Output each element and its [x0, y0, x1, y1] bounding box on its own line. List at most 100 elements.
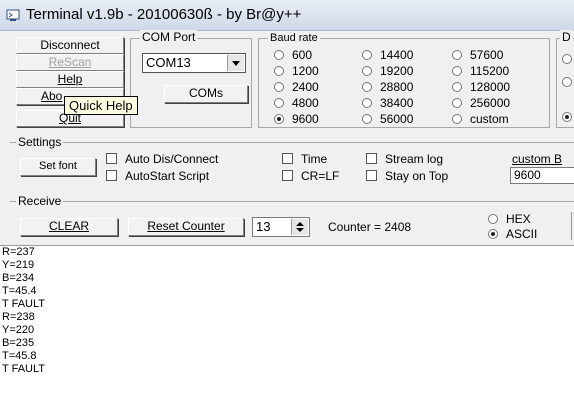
com-port-value: COM13 [146, 55, 191, 70]
radio-dot [362, 50, 372, 60]
received-line: T FAULT [2, 298, 45, 310]
baud-56000-radio[interactable]: 56000 [362, 112, 413, 126]
received-line: T=45.8 [2, 350, 37, 362]
com-port-select[interactable]: COM13 [142, 53, 246, 73]
com-port-group [130, 38, 252, 128]
checkbox-box [282, 170, 293, 181]
partial-radio[interactable] [562, 52, 574, 66]
baud-1200-radio[interactable]: 1200 [274, 64, 319, 78]
spinner-buttons[interactable] [291, 219, 308, 235]
checkbox-label: Stream log [385, 152, 444, 166]
received-line: R=238 [2, 311, 35, 323]
radio-label: 128000 [470, 80, 511, 94]
baud-9600-radio[interactable]: 9600 [274, 112, 319, 126]
checkbox-label: CR=LF [301, 169, 340, 183]
radio-dot [452, 82, 462, 92]
custom-br-input[interactable]: 9600 [510, 167, 574, 184]
radio-label: 19200 [380, 64, 414, 78]
received-line: B=235 [2, 337, 35, 349]
radio-dot [274, 50, 284, 60]
radio-label: 56000 [380, 112, 414, 126]
radio-dot [362, 98, 372, 108]
radio-dot [274, 82, 284, 92]
checkbox-box [282, 153, 293, 164]
stay-on-top-checkbox[interactable]: Stay on Top [366, 169, 448, 183]
radio-label: custom [470, 112, 509, 126]
received-line: Y=219 [2, 259, 35, 271]
checkbox-label: Stay on Top [385, 169, 449, 183]
baud-38400-radio[interactable]: 38400 [362, 96, 413, 110]
radio-label: 4800 [292, 96, 319, 110]
baud-28800-radio[interactable]: 28800 [362, 80, 413, 94]
baud-57600-radio[interactable]: 57600 [452, 48, 503, 62]
clear-label: CLEAR [48, 219, 89, 233]
radio-dot [452, 98, 462, 108]
baud-600-radio[interactable]: 600 [274, 48, 312, 62]
radio-label: 256000 [470, 96, 511, 110]
baud-custom-radio[interactable]: custom [452, 112, 509, 126]
up-down-arrows-icon [296, 222, 304, 232]
received-line: R=237 [2, 246, 35, 258]
help-button[interactable]: Help [16, 71, 124, 88]
radio-dot [562, 77, 572, 87]
radio-label: 28800 [380, 80, 414, 94]
help-label: Help [57, 72, 83, 86]
about-label: Abo [41, 89, 63, 103]
receive-legend: Receive [16, 194, 64, 208]
reset-counter-label: Reset Counter [147, 219, 225, 233]
radio-label: 2400 [292, 80, 319, 94]
checkbox-box [366, 170, 377, 181]
coms-button[interactable]: COMs [164, 85, 248, 103]
stream-log-checkbox[interactable]: Stream log [366, 152, 443, 166]
auto-dis-connect-checkbox[interactable]: Auto Dis/Connect [106, 152, 218, 166]
disconnect-button[interactable]: Disconnect [16, 37, 124, 54]
clear-button[interactable]: CLEAR [20, 218, 118, 236]
title-bar: Terminal v1.9b - 20100630ß - by Br@y++ [0, 0, 574, 31]
counter-interval-value: 13 [256, 219, 271, 234]
counter-label: Counter = 2408 [328, 220, 412, 234]
autostart-script-checkbox[interactable]: AutoStart Script [106, 169, 209, 183]
baud-14400-radio[interactable]: 14400 [362, 48, 413, 62]
radio-dot [452, 66, 462, 76]
chevron-down-icon [232, 61, 240, 66]
cr-lf-checkbox[interactable]: CR=LF [282, 169, 339, 183]
time-checkbox[interactable]: Time [282, 152, 327, 166]
checkbox-box [106, 153, 117, 164]
radio-dot [452, 114, 462, 124]
partial-radio[interactable] [562, 75, 574, 89]
rescan-button[interactable]: ReScan [16, 54, 124, 71]
baud-256000-radio[interactable]: 256000 [452, 96, 510, 110]
radio-dot [274, 66, 284, 76]
reset-counter-button[interactable]: Reset Counter [128, 218, 244, 236]
custom-br-label: custom B [512, 152, 563, 166]
checkbox-label: AutoStart Script [125, 169, 210, 183]
baud-4800-radio[interactable]: 4800 [274, 96, 319, 110]
radio-dot-selected [274, 114, 284, 124]
radio-label: 38400 [380, 96, 414, 110]
ascii-radio[interactable]: ASCII [488, 227, 537, 241]
radio-dot [488, 214, 498, 224]
set-font-button[interactable]: Set font [20, 158, 96, 176]
baud-115200-radio[interactable]: 115200 [452, 64, 509, 78]
baud-128000-radio[interactable]: 128000 [452, 80, 510, 94]
radio-label: 115200 [470, 64, 510, 78]
partial-radio-selected[interactable] [562, 110, 574, 124]
radio-dot [562, 54, 572, 64]
radio-dot [452, 50, 462, 60]
checkbox-label: Auto Dis/Connect [125, 152, 219, 166]
hex-radio[interactable]: HEX [488, 212, 531, 226]
radio-dot [362, 114, 372, 124]
receive-textarea[interactable]: R=237 Y=219 B=234 T=45.4 T FAULT R=238 Y=220 B=… [0, 245, 574, 397]
radio-dot [362, 66, 372, 76]
radio-dot-selected [562, 112, 572, 122]
baud-19200-radio[interactable]: 19200 [362, 64, 413, 78]
dropdown-button[interactable] [227, 55, 244, 71]
partial-right-legend: D [560, 30, 573, 44]
received-line: Y=220 [2, 324, 35, 336]
terminal-app-icon [6, 9, 20, 21]
counter-interval-spinner[interactable]: 13 [252, 217, 310, 237]
received-line: T=45.4 [2, 285, 37, 297]
received-line: T FAULT [2, 363, 45, 375]
baud-2400-radio[interactable]: 2400 [274, 80, 319, 94]
radio-label: 57600 [470, 48, 504, 62]
